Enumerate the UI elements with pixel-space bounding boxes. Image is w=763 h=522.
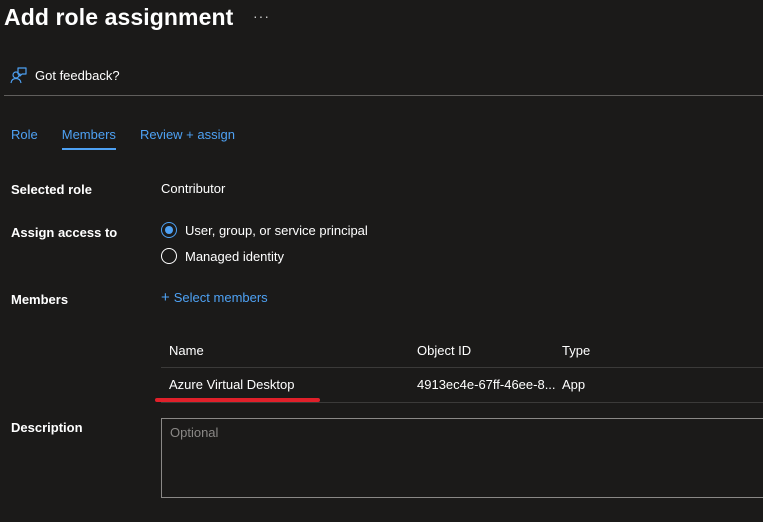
wizard-tabs: Role Members Review + assign <box>11 127 259 150</box>
radio-checked-icon <box>161 222 177 238</box>
feedback-link[interactable]: Got feedback? <box>10 67 120 84</box>
members-table: Name Object ID Type Azure Virtual Deskto… <box>161 335 763 403</box>
radio-unchecked-icon <box>161 248 177 264</box>
table-header: Name Object ID Type <box>161 335 763 368</box>
member-object-id: 4913ec4e-67ff-46ee-8... <box>417 377 556 392</box>
tab-role[interactable]: Role <box>11 127 38 149</box>
add-role-assignment-page: Add role assignment ··· Got feedback? Ro… <box>0 0 763 522</box>
column-header-object-id[interactable]: Object ID <box>417 343 557 358</box>
header-divider <box>4 95 763 96</box>
description-field[interactable] <box>161 418 763 498</box>
radio-label: Managed identity <box>185 248 285 264</box>
page-title: Add role assignment <box>4 4 234 30</box>
plus-icon: + <box>161 289 170 306</box>
highlight-underline <box>155 398 320 402</box>
radio-label: User, group, or service principal <box>185 222 368 238</box>
tab-review-assign[interactable]: Review + assign <box>140 127 235 149</box>
feedback-label: Got feedback? <box>35 68 120 83</box>
column-header-type[interactable]: Type <box>562 343 642 358</box>
description-label: Description <box>11 420 83 435</box>
select-members-button[interactable]: + Select members <box>161 290 268 305</box>
selected-role-value: Contributor <box>161 181 226 196</box>
tab-members[interactable]: Members <box>61 127 117 150</box>
members-label: Members <box>11 292 69 307</box>
select-members-label: Select members <box>173 290 268 305</box>
more-options-button[interactable]: ··· <box>253 8 270 24</box>
selected-role-label: Selected role <box>11 182 92 197</box>
member-type: App <box>562 377 586 392</box>
assign-access-label: Assign access to <box>11 225 118 240</box>
radio-user-group-service-principal[interactable]: User, group, or service principal <box>161 222 368 238</box>
feedback-person-icon <box>10 67 27 84</box>
member-name: Azure Virtual Desktop <box>169 377 295 392</box>
column-header-name[interactable]: Name <box>169 343 409 358</box>
radio-managed-identity[interactable]: Managed identity <box>161 248 284 264</box>
